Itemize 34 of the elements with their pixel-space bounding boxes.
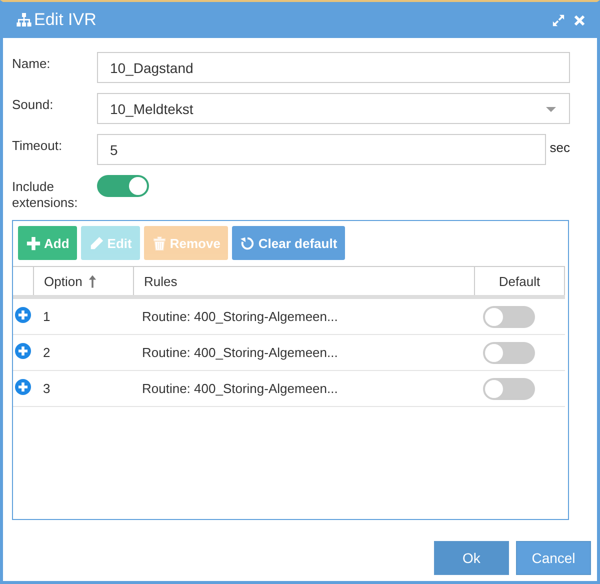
expand-icon[interactable] [15, 307, 31, 323]
table-cell: 2 [43, 345, 50, 360]
table-cell: Routine: 400_Storing-Algemeen... [142, 345, 338, 360]
trash-icon [152, 236, 167, 250]
table-cell: Routine: 400_Storing-Algemeen... [142, 309, 338, 324]
column-header[interactable]: Option [44, 274, 82, 288]
expand-icon[interactable] [15, 379, 31, 395]
table-cell: Routine: 400_Storing-Algemeen... [142, 381, 338, 396]
dropdown[interactable]: 10_Meldtekst [97, 93, 570, 124]
field-label: Timeout: [12, 137, 64, 154]
plus-icon [26, 236, 41, 250]
column-header[interactable]: Rules [144, 274, 178, 288]
close-icon[interactable] [573, 14, 586, 26]
unit-label: sec [548, 139, 570, 155]
toggle-switch[interactable] [482, 306, 534, 328]
window-title: Edit IVR [34, 10, 96, 30]
expand-icon[interactable] [15, 343, 31, 359]
table-cell: 3 [43, 381, 50, 396]
toggle-switch[interactable] [97, 175, 149, 197]
pencil-icon [89, 236, 104, 250]
toggle-switch[interactable] [482, 378, 534, 400]
undo-icon [240, 236, 256, 250]
field-label: Sound: [12, 96, 54, 113]
table-cell: 1 [43, 309, 50, 324]
field-label: Include extensions: [12, 178, 79, 211]
maximize-icon[interactable] [552, 14, 565, 26]
caret-icon [545, 104, 557, 112]
field-label: Name: [12, 55, 52, 72]
column-header[interactable]: Default [498, 274, 540, 288]
dropdown-value: 10_Meldtekst [110, 100, 194, 116]
toggle-switch[interactable] [482, 342, 534, 364]
input-field[interactable]: 10_Dagstand [97, 52, 570, 83]
input-field[interactable]: 5 [96, 134, 546, 165]
hierarchy-icon [16, 12, 32, 28]
